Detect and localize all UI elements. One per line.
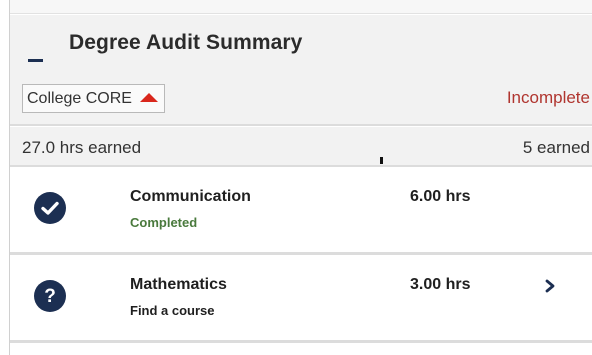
degree-audit-summary-header: Degree Audit Summary College CORE Incomp… (10, 15, 592, 126)
status-badge: Incomplete (506, 88, 590, 107)
red-triangle-up-icon (139, 93, 158, 102)
question-circle-icon: ? (34, 280, 66, 312)
top-band (10, 0, 592, 14)
college-core-toggle[interactable]: College CORE (22, 84, 165, 113)
college-core-label: College CORE (27, 89, 132, 107)
hours-earned: 27.0 hrs earned (22, 138, 142, 157)
section-title: Degree Audit Summary (69, 31, 303, 54)
chevron-right-icon[interactable] (544, 279, 556, 293)
minus-icon[interactable] (28, 59, 43, 62)
progress-marker (380, 157, 383, 164)
earned-count: 5 earned (522, 138, 590, 157)
requirement-name: Communication (130, 188, 251, 205)
requirement-name: Mathematics (130, 276, 227, 293)
requirement-hours: 3.00 hrs (410, 276, 471, 293)
hours-summary-bar: 27.0 hrs earned 5 earned (10, 127, 592, 167)
requirement-hours: 6.00 hrs (410, 188, 471, 205)
requirement-status: Completed (130, 215, 198, 230)
requirement-row-communication[interactable]: Communication Completed 6.00 hrs (10, 169, 592, 255)
find-a-course-link[interactable]: Find a course (130, 303, 215, 318)
requirement-row-mathematics[interactable]: ? Mathematics Find a course 3.00 hrs (10, 257, 592, 343)
check-circle-icon (34, 192, 66, 224)
